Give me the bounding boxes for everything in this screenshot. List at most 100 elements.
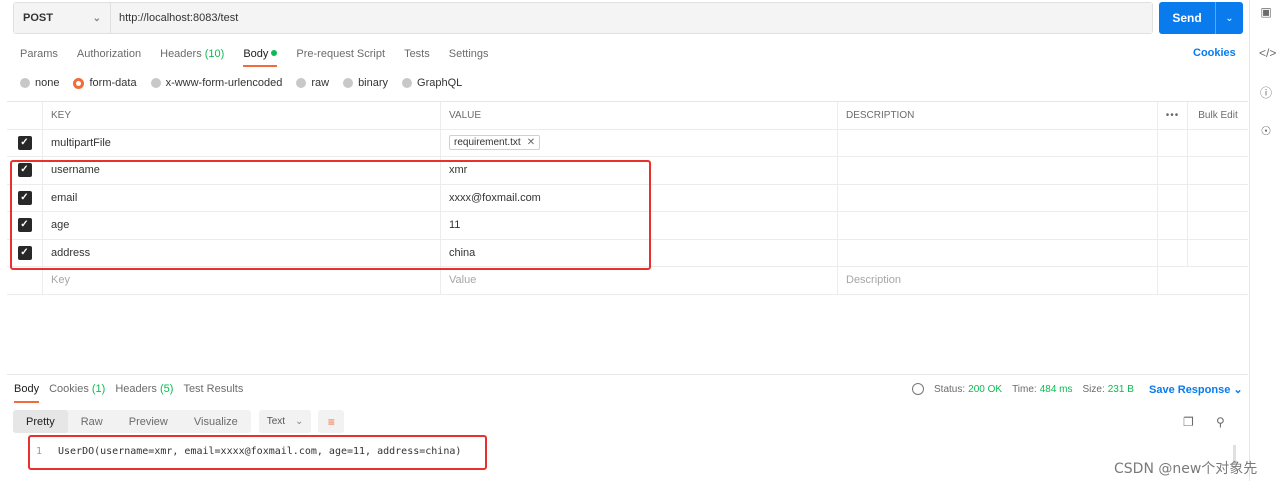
copy-icon[interactable]: ❐: [1183, 415, 1194, 429]
checkbox-checked-icon[interactable]: ✓: [17, 135, 32, 150]
code-icon[interactable]: </>: [1259, 46, 1276, 60]
tab-tests[interactable]: Tests: [404, 47, 430, 67]
radio-label: form-data: [89, 77, 137, 89]
response-text[interactable]: UserDO(username=xmr, email=xxxx@foxmail.…: [58, 446, 461, 457]
row-check-cell: [7, 267, 43, 294]
key-cell[interactable]: email: [43, 184, 441, 211]
response-tab-test-results[interactable]: Test Results: [183, 383, 243, 403]
cookies-link[interactable]: Cookies: [1193, 47, 1236, 59]
lightbulb-icon[interactable]: ☉: [1259, 124, 1273, 138]
tab-label: Authorization: [76, 48, 142, 60]
radio-circle-icon: [150, 78, 161, 88]
send-options-chevron-icon[interactable]: ⌄: [1215, 2, 1243, 34]
description-cell[interactable]: [838, 212, 1158, 239]
tab-authorization[interactable]: Authorization: [77, 47, 141, 67]
empty-cell: [1188, 157, 1248, 184]
value-cell[interactable]: xxxx@foxmail.com: [441, 184, 838, 211]
radio-none[interactable]: none: [20, 77, 59, 89]
checkbox-checked-icon[interactable]: ✓: [17, 163, 32, 178]
value-cell[interactable]: xmr: [441, 157, 838, 184]
search-icon[interactable]: ⚲: [1216, 415, 1225, 429]
row-check-cell: ✓: [7, 129, 43, 156]
radio-raw[interactable]: raw: [296, 77, 329, 89]
bulk-edit-button[interactable]: Bulk Edit: [1188, 102, 1248, 129]
table-row: ✓ username xmr: [7, 157, 1248, 185]
tab-pre-request-script[interactable]: Pre-request Script: [296, 47, 385, 67]
value-cell[interactable]: requirement.txt ✕: [441, 129, 838, 156]
globe-icon[interactable]: [912, 383, 924, 395]
key-cell[interactable]: address: [43, 239, 441, 266]
table-row: ✓ address china: [7, 239, 1248, 267]
radio-circle-icon: [343, 78, 354, 88]
view-preview[interactable]: Preview: [116, 410, 181, 433]
radio-form-data[interactable]: form-data: [73, 77, 137, 89]
key-cell[interactable]: age: [43, 212, 441, 239]
checkbox-checked-icon[interactable]: ✓: [17, 245, 32, 260]
tab-label: Pre-request Script: [296, 48, 386, 60]
send-label: Send: [1172, 11, 1202, 25]
key-placeholder[interactable]: Key: [43, 267, 441, 294]
chevron-down-icon: ⌄: [1233, 384, 1243, 396]
radio-circle-icon: [402, 78, 413, 88]
format-label: Text: [266, 416, 286, 427]
response-view-bar: Pretty Raw Preview Visualize Text ⌄ ≡: [13, 410, 345, 433]
tab-body[interactable]: Body: [243, 47, 278, 67]
view-visualize[interactable]: Visualize: [181, 410, 251, 433]
checkbox-checked-icon[interactable]: ✓: [17, 190, 32, 205]
save-response-button[interactable]: Save Response ⌄: [1149, 383, 1243, 396]
chevron-down-icon: ⌄: [295, 416, 304, 427]
radio-graphql[interactable]: GraphQL: [402, 77, 462, 89]
tab-params[interactable]: Params: [20, 47, 58, 67]
status-value[interactable]: 200 OK: [968, 384, 1002, 395]
table-row: ✓ multipartFile requirement.txt ✕: [7, 129, 1248, 157]
description-cell[interactable]: [838, 239, 1158, 266]
empty-cell: [1158, 267, 1188, 294]
header-description: DESCRIPTION: [838, 102, 1158, 129]
response-status: Status: 200 OK Time: 484 ms Size: 231 B: [912, 383, 1144, 395]
empty-cell: [1188, 130, 1248, 157]
table-row: ✓ age 11: [7, 212, 1248, 240]
radio-binary[interactable]: binary: [343, 77, 388, 89]
key-cell[interactable]: multipartFile: [43, 129, 441, 156]
send-button[interactable]: Send ⌄: [1159, 2, 1243, 34]
response-tab-body[interactable]: Body: [14, 383, 40, 403]
time-value[interactable]: 484 ms: [1040, 384, 1073, 395]
description-placeholder[interactable]: Description: [838, 267, 1158, 294]
key-cell[interactable]: username: [43, 157, 441, 184]
description-cell[interactable]: [838, 184, 1158, 211]
url-input[interactable]: http://localhost:8083/test: [111, 3, 1152, 33]
description-cell[interactable]: [838, 157, 1158, 184]
radio-label: binary: [358, 77, 389, 89]
view-pretty[interactable]: Pretty: [13, 410, 68, 433]
tab-settings[interactable]: Settings: [449, 47, 489, 67]
response-tab-cookies[interactable]: Cookies (1): [49, 383, 105, 403]
radio-circle-icon: [296, 78, 307, 88]
method-select[interactable]: POST ⌄: [14, 3, 111, 33]
value-placeholder[interactable]: Value: [441, 267, 838, 294]
cookies-count: (1): [91, 383, 106, 395]
documentation-icon[interactable]: ▣: [1259, 5, 1273, 19]
value-cell[interactable]: china: [441, 239, 838, 266]
format-select[interactable]: Text ⌄: [258, 410, 312, 433]
description-cell[interactable]: [838, 129, 1158, 156]
info-icon[interactable]: ⓘ: [1259, 86, 1273, 100]
remove-file-icon[interactable]: ✕: [527, 137, 535, 148]
tab-headers[interactable]: Headers (10): [160, 47, 224, 67]
wrap-lines-icon[interactable]: ≡: [318, 410, 345, 433]
more-options-icon[interactable]: •••: [1158, 102, 1188, 129]
file-chip: requirement.txt ✕: [449, 135, 541, 151]
radio-x-www-form-urlencoded[interactable]: x-www-form-urlencoded: [150, 77, 282, 89]
watermark: CSDN @new个对象先: [1114, 461, 1258, 477]
right-sidebar: ▣ </> ⓘ ☉: [1249, 0, 1280, 481]
header-value: VALUE: [441, 102, 838, 129]
row-check-cell: ✓: [7, 212, 43, 239]
row-check-cell: ✓: [7, 184, 43, 211]
value-cell[interactable]: 11: [441, 212, 838, 239]
size-value[interactable]: 231 B: [1108, 384, 1134, 395]
checkbox-checked-icon[interactable]: ✓: [17, 218, 32, 233]
tab-label: Test Results: [183, 383, 244, 395]
empty-cell: [1158, 129, 1188, 156]
view-raw[interactable]: Raw: [68, 410, 116, 433]
row-check-cell: ✓: [7, 239, 43, 266]
response-tab-headers[interactable]: Headers (5): [115, 383, 173, 403]
